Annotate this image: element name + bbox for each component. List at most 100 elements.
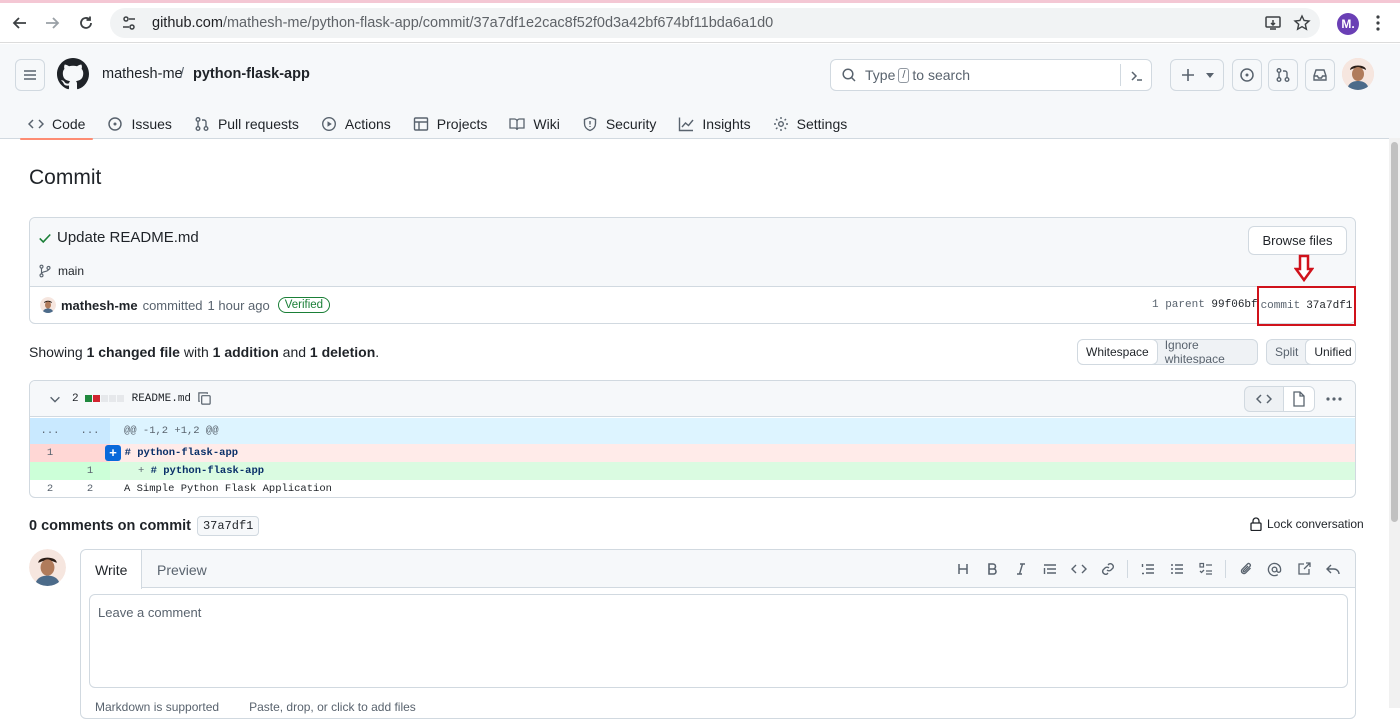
- bold-button[interactable]: [977, 558, 1006, 580]
- issue-opened-icon: [1240, 68, 1254, 82]
- mention-button[interactable]: [1260, 558, 1289, 580]
- file-options-button[interactable]: [1322, 386, 1346, 412]
- quote-button[interactable]: [1035, 558, 1064, 580]
- heading-icon: [957, 564, 968, 574]
- lock-conversation-button[interactable]: Lock conversation: [1250, 517, 1364, 531]
- address-bar[interactable]: github.com/mathesh-me/python-flask-app/c…: [110, 8, 1320, 38]
- copy-icon[interactable]: [197, 391, 212, 406]
- unordered-list-button[interactable]: [1162, 558, 1191, 580]
- attach-button[interactable]: [1231, 558, 1260, 580]
- page-scrollbar[interactable]: [1389, 138, 1400, 708]
- repo-name-link[interactable]: python-flask-app: [193, 66, 310, 82]
- play-icon: [321, 116, 336, 131]
- quote-icon: [1043, 564, 1056, 574]
- commenter-avatar[interactable]: [29, 549, 66, 586]
- page-title: Commit: [29, 166, 102, 189]
- code-icon: [1070, 564, 1087, 574]
- browse-files-button[interactable]: Browse files: [1248, 226, 1347, 255]
- diff-filename[interactable]: README.md: [132, 393, 191, 405]
- search-input[interactable]: Type / to search: [830, 59, 1152, 91]
- add-line-comment-button[interactable]: +: [105, 445, 121, 461]
- code-icon: [1256, 394, 1272, 404]
- create-new-button[interactable]: [1170, 59, 1224, 91]
- comments-commit-sha[interactable]: 37a7df1: [196, 516, 260, 536]
- task-list-button[interactable]: [1191, 558, 1220, 580]
- tab-wiki[interactable]: Wiki: [501, 108, 567, 139]
- tab-insights[interactable]: Insights: [670, 108, 758, 139]
- preview-tab[interactable]: Preview: [143, 550, 221, 589]
- pull-requests-button[interactable]: [1268, 59, 1298, 91]
- old-line-number[interactable]: [30, 462, 70, 480]
- new-line-number[interactable]: [70, 444, 110, 462]
- tab-security[interactable]: Security: [574, 108, 665, 139]
- graph-icon: [679, 117, 694, 131]
- whitespace-button[interactable]: Whitespace: [1078, 340, 1158, 364]
- comment-textarea[interactable]: Leave a comment: [89, 594, 1348, 688]
- tab-settings[interactable]: Settings: [765, 108, 856, 139]
- commit-message: Update README.md: [57, 229, 199, 246]
- write-tab[interactable]: Write: [81, 550, 143, 589]
- heading-button[interactable]: [948, 558, 977, 580]
- chevron-down-icon[interactable]: [48, 392, 62, 406]
- tab-pull-requests[interactable]: Pull requests: [186, 108, 307, 139]
- table-icon: [413, 116, 428, 131]
- markdown-supported-link[interactable]: Markdown is supported: [95, 700, 219, 714]
- tab-code[interactable]: Code: [20, 108, 94, 140]
- tab-projects[interactable]: Projects: [405, 108, 496, 139]
- issues-button[interactable]: [1232, 59, 1262, 91]
- user-avatar[interactable]: [1342, 58, 1374, 90]
- split-button[interactable]: Split: [1267, 340, 1306, 364]
- diff-view-toggle: Split Unified: [1266, 339, 1356, 365]
- install-app-button[interactable]: [1262, 12, 1284, 34]
- author-avatar[interactable]: [40, 297, 56, 313]
- unified-button[interactable]: Unified: [1305, 340, 1355, 364]
- new-line-number[interactable]: 2: [70, 480, 110, 497]
- bookmark-button[interactable]: [1291, 12, 1313, 34]
- inbox-button[interactable]: [1305, 59, 1335, 91]
- verified-badge[interactable]: Verified: [277, 297, 331, 313]
- tab-issues[interactable]: Issues: [99, 108, 179, 139]
- new-line-number[interactable]: 1: [70, 462, 110, 480]
- browser-menu-button[interactable]: [1370, 12, 1386, 34]
- add-files-link[interactable]: Paste, drop, or click to add files: [249, 700, 416, 714]
- hunk-expand-right[interactable]: ...: [70, 418, 110, 444]
- saved-replies-button[interactable]: [1318, 558, 1347, 580]
- menu-button[interactable]: [15, 59, 45, 91]
- issue-icon: [108, 116, 123, 131]
- author-link[interactable]: mathesh-me: [61, 298, 138, 313]
- source-diff-button[interactable]: [1244, 386, 1284, 412]
- summary-additions: 1 addition: [212, 344, 279, 360]
- commit-time[interactable]: 1 hour ago: [208, 298, 270, 313]
- command-palette-icon[interactable]: [1129, 68, 1145, 84]
- hunk-expand-left[interactable]: ...: [30, 418, 70, 444]
- rich-diff-button[interactable]: [1283, 386, 1315, 412]
- parent-sha-link[interactable]: 99f06bf: [1211, 299, 1257, 311]
- commit-sha[interactable]: 37a7df1: [1306, 300, 1352, 312]
- tab-actions-label: Actions: [344, 115, 391, 132]
- hamburger-icon: [24, 70, 36, 80]
- code-button[interactable]: [1064, 558, 1093, 580]
- forward-button[interactable]: [40, 11, 64, 35]
- file-icon: [1293, 391, 1305, 407]
- tab-actions[interactable]: Actions: [313, 108, 399, 139]
- old-line-number[interactable]: 1: [30, 444, 70, 462]
- diff-line-content: + # python-flask-app: [110, 465, 1355, 477]
- ignore-whitespace-button[interactable]: Ignore whitespace: [1157, 340, 1257, 364]
- reload-button[interactable]: [74, 11, 98, 35]
- commit-branch[interactable]: main: [38, 264, 84, 278]
- old-line-number[interactable]: 2: [30, 480, 70, 497]
- scrollbar-thumb[interactable]: [1391, 142, 1398, 522]
- github-logo[interactable]: [57, 58, 89, 90]
- reference-button[interactable]: [1289, 558, 1318, 580]
- diffstat-neutral: [116, 395, 124, 402]
- site-settings-icon[interactable]: [120, 14, 138, 32]
- browser-profile-avatar[interactable]: M.: [1337, 13, 1359, 35]
- link-button[interactable]: [1093, 558, 1122, 580]
- tab-settings-label: Settings: [796, 115, 848, 132]
- back-button[interactable]: [8, 11, 32, 35]
- italic-button[interactable]: [1006, 558, 1035, 580]
- commenter-photo-icon: [29, 549, 66, 586]
- repo-owner-link[interactable]: mathesh-me: [102, 66, 183, 82]
- ordered-list-button[interactable]: [1133, 558, 1162, 580]
- summary-deletions: 1 deletion: [309, 344, 376, 360]
